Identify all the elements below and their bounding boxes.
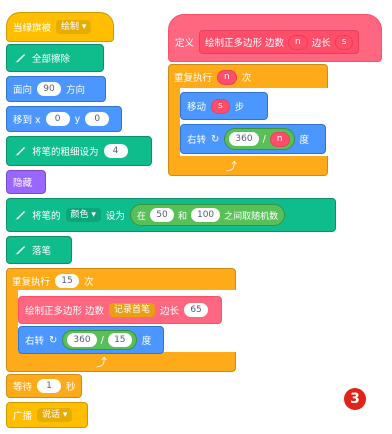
hide-label: 隐藏: [13, 178, 33, 189]
random-and-label: 和: [177, 211, 187, 222]
go-to-xy-block[interactable]: 移到 x 0 y 0: [6, 106, 122, 132]
hat-dropdown-label: 绘制: [61, 22, 80, 32]
pick-random-reporter[interactable]: 在 50 和 100 之间取随机数: [129, 204, 286, 226]
color-param-label: 颜色: [70, 210, 89, 220]
drawpoly-label: 绘制正多边形 边数: [25, 306, 105, 317]
point-label: 面向: [13, 85, 33, 96]
proto-text: 绘制正多边形 边数: [205, 38, 285, 49]
pen-icon: [13, 144, 27, 158]
turn-right-block[interactable]: 右转 ↻ 360 / 15 度: [18, 326, 164, 354]
step-number-badge: 3: [344, 388, 366, 410]
random-min-input[interactable]: 50: [149, 208, 174, 222]
define-block[interactable]: 定义 绘制正多边形 边数 n 边长 s: [168, 14, 382, 62]
goto-y-label: y: [74, 113, 81, 125]
set-pen-size-block[interactable]: 将笔的粗细设为 4: [6, 136, 152, 166]
define-divide-reporter[interactable]: 360 / n: [224, 128, 295, 150]
random-suffix: 之间取随机数: [224, 211, 279, 222]
move-label: 移动: [187, 102, 207, 113]
turn-label: 右转: [25, 336, 45, 347]
wait-block[interactable]: 等待 1 秒: [6, 374, 82, 398]
rotate-clockwise-icon: ↻: [211, 133, 220, 145]
define-repeat-label: 重复执行: [174, 73, 213, 84]
repeat-count-input[interactable]: 15: [55, 274, 80, 288]
wait-seconds-input[interactable]: 1: [37, 379, 62, 393]
random-from-label: 在: [136, 211, 146, 222]
pen-icon: [13, 51, 27, 65]
color-param-dropdown[interactable]: 颜色 ▾: [65, 208, 101, 222]
turn-suffix: 度: [141, 336, 152, 347]
define-turn-suffix: 度: [299, 135, 310, 146]
pen-down-block[interactable]: 落笔: [6, 236, 72, 264]
broadcast-message-dropdown[interactable]: 说话 ▾: [37, 408, 73, 422]
direction-input[interactable]: 90: [37, 82, 62, 96]
drawpoly-len-label: 边长: [160, 306, 180, 317]
define-divide-arg[interactable]: n: [269, 131, 290, 147]
rotate-clockwise-icon: ↻: [49, 334, 58, 346]
hide-block[interactable]: 隐藏: [6, 170, 46, 194]
repeat-arrow-icon: ⤴: [96, 356, 107, 369]
divide-reporter[interactable]: 360 / 15: [62, 330, 137, 350]
random-max-input[interactable]: 100: [190, 208, 221, 222]
define-repeat-arg[interactable]: n: [217, 69, 237, 85]
pencolor-label: 将笔的: [32, 211, 61, 222]
length-input[interactable]: 65: [184, 303, 209, 317]
hat-label: 当绿旗被: [13, 23, 52, 34]
move-steps-block[interactable]: 移动 s 步: [180, 92, 268, 120]
wait-label: 等待: [13, 382, 33, 393]
repeat-suffix: 次: [84, 277, 94, 288]
draw-polygon-call-block[interactable]: 绘制正多边形 边数 记录首笔 边长 65: [18, 296, 222, 324]
proto-len-label: 边长: [311, 38, 331, 49]
wait-suffix: 秒: [66, 382, 76, 393]
pendown-label: 落笔: [32, 246, 52, 257]
point-in-direction-block[interactable]: 面向 90 方向: [6, 76, 106, 102]
set-pen-color-block[interactable]: 将笔的 颜色 ▾ 设为 在 50 和 100 之间取随机数: [6, 198, 336, 232]
divide-a-input[interactable]: 360: [67, 333, 97, 347]
hat-dropdown[interactable]: 绘制 ▾: [56, 20, 92, 34]
define-turn-right-block[interactable]: 右转 ↻ 360 / n 度: [180, 124, 326, 154]
repeat-arrow-icon: ⤴: [226, 160, 237, 173]
move-arg[interactable]: s: [211, 98, 230, 114]
pensize-input[interactable]: 4: [103, 144, 128, 158]
define-divide-a-input[interactable]: 360: [229, 132, 259, 146]
define-label: 定义: [175, 38, 195, 49]
define-repeat-suffix: 次: [241, 73, 252, 84]
x-input[interactable]: 0: [45, 112, 70, 126]
clear-label: 全部擦除: [32, 54, 71, 65]
pen-icon: [13, 208, 27, 222]
point-suffix: 方向: [66, 85, 86, 96]
repeat-label: 重复执行: [12, 277, 51, 288]
broadcast-message-label: 说话: [42, 410, 61, 420]
divide-b-input[interactable]: 15: [107, 333, 132, 347]
goto-label: 移到 x: [13, 115, 41, 126]
pen-icon: [13, 243, 27, 257]
pensize-label: 将笔的粗细设为: [32, 147, 99, 158]
define-repeat-header: 重复执行 n 次: [168, 66, 257, 88]
when-green-flag-hat-block[interactable]: 当绿旗被 绘制 ▾: [6, 12, 114, 42]
pencolor-set-label: 设为: [105, 211, 125, 222]
define-turn-label: 右转: [187, 135, 207, 146]
pen-clear-block[interactable]: 全部擦除: [6, 44, 104, 72]
arg-s-pill[interactable]: s: [334, 34, 354, 50]
y-input[interactable]: 0: [85, 112, 110, 126]
define-divide-slash: /: [262, 133, 266, 145]
arg-n-pill[interactable]: n: [288, 34, 308, 50]
repeat-header: 重复执行 15 次: [6, 270, 100, 292]
define-prototype[interactable]: 绘制正多边形 边数 n 边长 s: [199, 30, 360, 54]
divide-slash: /: [100, 334, 104, 346]
broadcast-label: 广播: [13, 411, 33, 422]
move-suffix: 步: [234, 102, 245, 113]
sides-reporter[interactable]: 记录首笔: [109, 303, 156, 317]
broadcast-block[interactable]: 广播 说话 ▾: [6, 402, 88, 428]
